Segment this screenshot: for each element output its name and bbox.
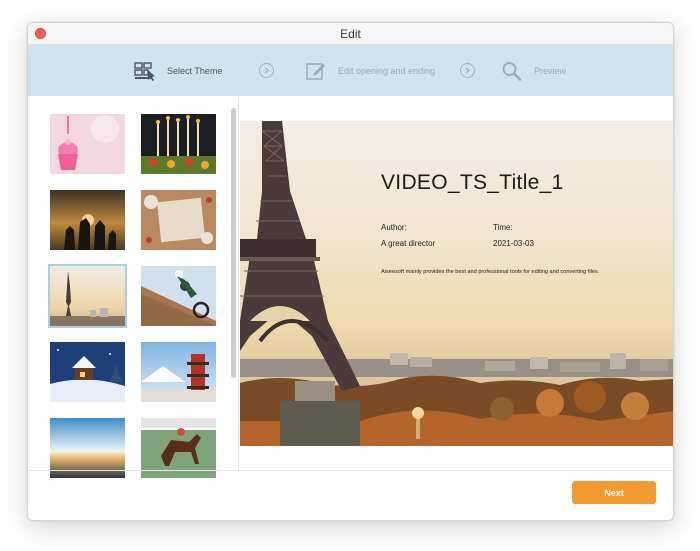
chevron-right-icon	[259, 63, 274, 78]
edit-window: Edit Select Theme Edit opening and endin…	[27, 22, 674, 521]
theme-thumbnail-japan-pagoda[interactable]	[141, 342, 216, 402]
theme-thumbnail-motocross[interactable]	[141, 266, 216, 326]
preview-title: VIDEO_TS_Title_1	[381, 171, 564, 194]
theme-list[interactable]	[28, 96, 239, 478]
author-label: Author:	[381, 223, 407, 232]
time-value: 2021-03-03	[493, 239, 534, 248]
chevron-right-icon	[460, 63, 475, 78]
window-title: Edit	[340, 26, 361, 41]
step-bar: Select Theme Edit opening and ending Pre…	[28, 45, 673, 96]
step-preview[interactable]: Preview	[501, 45, 566, 96]
close-window-button[interactable]	[35, 28, 46, 39]
footer-divider	[28, 470, 673, 471]
edit-icon	[305, 60, 327, 82]
step-edit-opening-ending[interactable]: Edit opening and ending	[305, 45, 435, 96]
theme-thumbnail-christmas-frame[interactable]	[141, 190, 216, 250]
theme-thumbnail-sea-sunset[interactable]	[50, 418, 125, 478]
theme-preview: VIDEO_TS_Title_1 Author: Time: A great d…	[240, 121, 673, 446]
theme-thumbnail-winter-cabin[interactable]	[50, 342, 125, 402]
grid-select-icon	[134, 60, 156, 82]
time-label: Time:	[493, 223, 513, 232]
theme-thumbnail-family-sunset[interactable]	[50, 190, 125, 250]
step-label: Preview	[534, 65, 567, 76]
step-label: Edit opening and ending	[338, 65, 436, 76]
theme-thumbnail-paris-eiffel[interactable]	[48, 264, 127, 328]
theme-thumbnail-birthday-candles[interactable]	[141, 114, 216, 174]
next-button[interactable]: Next	[572, 481, 656, 504]
theme-thumbnail-birthday-cupcake[interactable]	[50, 114, 125, 174]
step-label: Select Theme	[167, 65, 223, 76]
theme-thumbnail-horse-racing[interactable]	[141, 418, 216, 478]
search-icon	[501, 60, 523, 82]
eiffel-tower-background	[240, 121, 673, 446]
title-bar: Edit	[28, 23, 673, 45]
theme-list-scrollbar[interactable]	[231, 108, 236, 378]
step-select-theme[interactable]: Select Theme	[134, 45, 222, 96]
author-value: A great director	[381, 239, 436, 248]
preview-description: Aiseesoft mainly provides the best and p…	[381, 269, 600, 275]
